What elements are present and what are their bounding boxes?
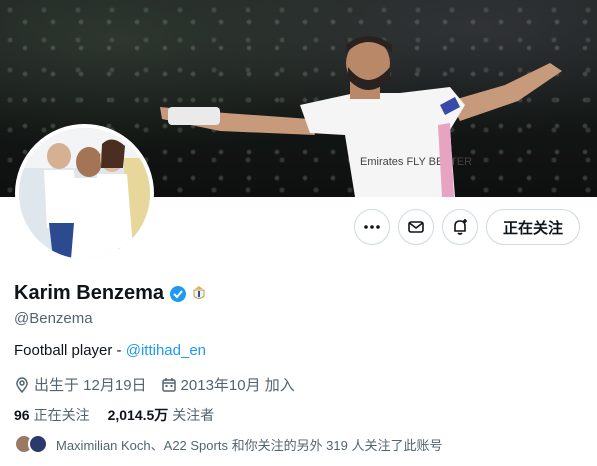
followed-by-text: Maximilian Koch、A22 Sports 和你关注的另外 319 人… (56, 437, 443, 453)
profile-meta: 出生于 12月19日 2013年10月 加入 (14, 374, 309, 395)
jersey-sponsor-text: Emirates FLY BETTER (360, 156, 472, 168)
calendar-icon (161, 377, 176, 392)
following-button[interactable]: 正在关注 (486, 209, 580, 245)
bio-link[interactable]: @ittihad_en (126, 342, 206, 359)
followers-count: 2,014.5万 (107, 407, 169, 423)
following-count: 96 (14, 407, 30, 423)
notifications-button[interactable] (442, 209, 478, 245)
profile-avatar[interactable] (15, 124, 154, 263)
mail-icon (408, 221, 424, 233)
follower-avatar (28, 434, 48, 454)
birthday-item: 出生于 12月19日 (14, 374, 147, 395)
followed-by-row[interactable]: Maximilian Koch、A22 Sports 和你关注的另外 319 人… (14, 434, 442, 454)
profile-name: Karim Benzema (14, 282, 165, 304)
following-label: 正在关注 (33, 407, 90, 423)
profile-handle: @Benzema (14, 310, 93, 327)
following-stat[interactable]: 96 正在关注 (14, 405, 90, 425)
followers-label: 关注者 (172, 407, 215, 423)
followers-stat[interactable]: 2,014.5万 关注者 (108, 405, 215, 425)
banner-player-image: Emirates FLY BETTER (160, 36, 562, 197)
message-button[interactable] (398, 209, 434, 245)
more-icon (364, 225, 380, 229)
profile-bio: Football player - @ittihad_en (14, 342, 206, 359)
verified-badge-icon[interactable] (169, 285, 187, 303)
joined-text: 2013年10月 加入 (180, 377, 295, 394)
location-icon (16, 376, 28, 393)
joined-item: 2013年10月 加入 (161, 374, 295, 395)
club-crest-icon[interactable] (192, 285, 206, 302)
birthday-text: 出生于 12月19日 (34, 377, 147, 394)
profile-name-row: Karim Benzema (14, 282, 206, 305)
more-options-button[interactable] (354, 209, 390, 245)
avatar-photo (19, 128, 150, 259)
profile-stats: 96 正在关注 2,014.5万 关注者 (14, 405, 232, 425)
bell-plus-icon (454, 219, 467, 235)
bio-text: Football player - (14, 342, 126, 359)
